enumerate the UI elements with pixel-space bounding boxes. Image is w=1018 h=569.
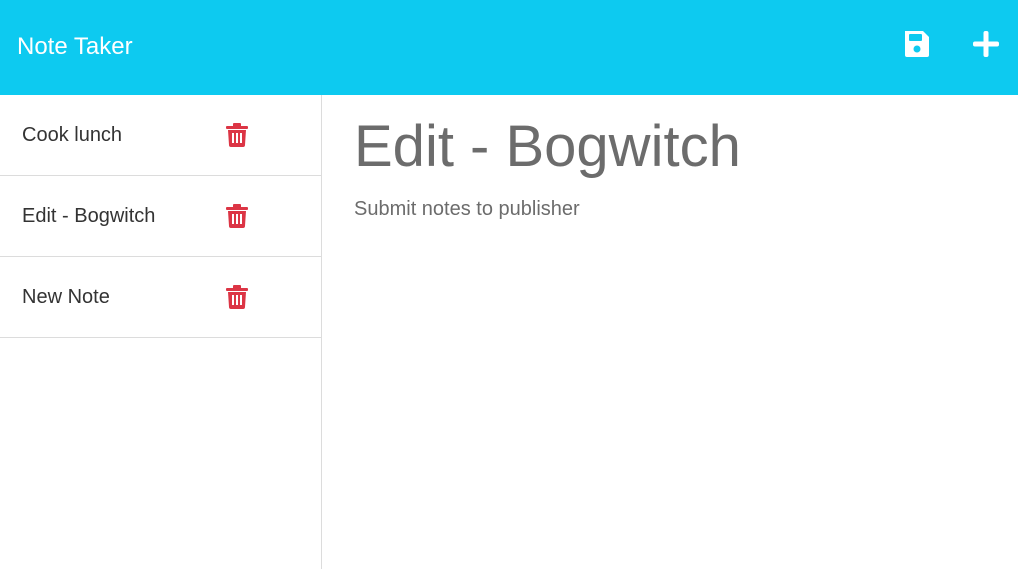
new-note-button[interactable] (970, 28, 1002, 60)
trash-icon[interactable] (226, 204, 248, 228)
app-title[interactable]: Note Taker (17, 31, 133, 63)
save-icon (905, 31, 929, 57)
trash-icon[interactable] (226, 285, 248, 309)
note-title[interactable]: Edit - Bogwitch (22, 203, 155, 229)
note-list-panel: Cook lunch Edit - Bogwitch New Note (0, 95, 322, 569)
list-item[interactable]: New Note (0, 257, 321, 338)
note-text-input[interactable]: Submit notes to publisher (354, 195, 994, 545)
plus-icon (973, 31, 999, 57)
note-list: Cook lunch Edit - Bogwitch New Note (0, 95, 321, 338)
note-title[interactable]: Cook lunch (22, 122, 122, 148)
navbar: Note Taker (0, 0, 1018, 95)
note-editor: Submit notes to publisher (322, 95, 1018, 569)
note-title[interactable]: New Note (22, 284, 110, 310)
note-title-input[interactable] (354, 111, 994, 183)
trash-icon[interactable] (226, 123, 248, 147)
save-note-button[interactable] (901, 28, 933, 60)
list-item[interactable]: Cook lunch (0, 95, 321, 176)
list-item[interactable]: Edit - Bogwitch (0, 176, 321, 257)
